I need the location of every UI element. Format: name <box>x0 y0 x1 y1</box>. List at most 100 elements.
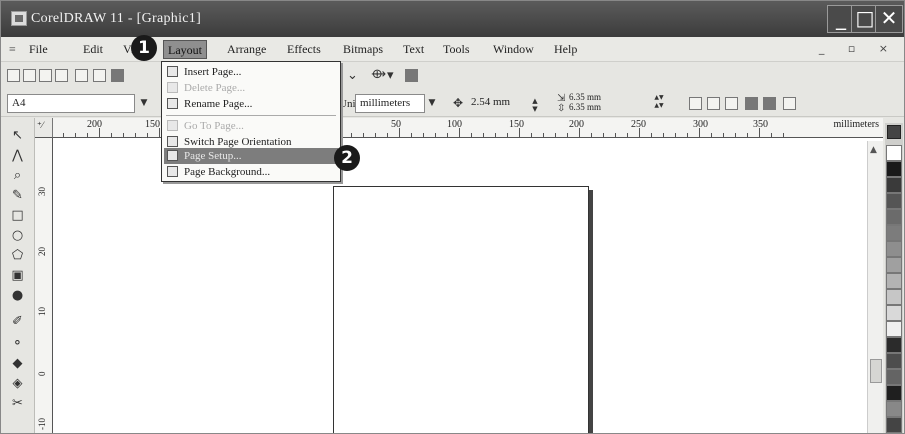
vertical-scrollbar[interactable]: ▲ <box>867 141 883 433</box>
pick-tool-icon[interactable]: ↖ <box>10 128 25 143</box>
ruler-tick <box>363 133 364 137</box>
switch-orientation-icon <box>167 136 178 147</box>
color-swatch[interactable] <box>886 241 902 257</box>
corel-online-icon[interactable] <box>405 69 418 82</box>
drawing-page[interactable] <box>333 186 589 433</box>
interactive-tool-icon[interactable]: ◈ <box>10 376 25 391</box>
color-swatch[interactable] <box>886 273 902 289</box>
duplicate-y-field[interactable]: 6.35 mm <box>569 102 601 112</box>
polygon-tool-icon[interactable]: ⬠ <box>10 248 25 263</box>
color-swatch[interactable] <box>886 305 902 321</box>
ruler-origin[interactable]: ⁺⁄ <box>35 118 53 138</box>
print-icon[interactable] <box>55 69 68 82</box>
paste-icon[interactable] <box>111 69 124 82</box>
open-icon[interactable] <box>23 69 36 82</box>
copy-icon[interactable] <box>93 69 106 82</box>
scroll-thumb[interactable] <box>870 359 882 383</box>
menu-effects[interactable]: Effects <box>287 42 321 57</box>
outline-tool-icon[interactable]: ⚬ <box>10 336 25 351</box>
menu-layout[interactable]: Layout <box>163 40 207 59</box>
document-menu-icon[interactable]: ≡ <box>9 42 16 57</box>
new-icon[interactable] <box>7 69 20 82</box>
show-boundary-icon[interactable] <box>725 97 738 110</box>
ruler-tick <box>483 133 484 137</box>
color-swatch[interactable] <box>886 321 902 337</box>
color-swatch[interactable] <box>886 289 902 305</box>
menu-bitmaps[interactable]: Bitmaps <box>343 42 383 57</box>
landscape-icon[interactable] <box>763 97 776 110</box>
nudge-offset-field[interactable]: 2.54 mm <box>467 94 525 113</box>
zoom-tool-icon[interactable]: ⌕ <box>10 168 25 183</box>
vertical-ruler[interactable]: 30 20 10 0 -10 <box>35 138 53 433</box>
menu-item-page-background[interactable]: Page Background... <box>164 164 338 180</box>
ruler-tick <box>579 128 580 137</box>
page-layout-icon[interactable] <box>783 97 796 110</box>
drawing-canvas[interactable] <box>53 138 883 433</box>
chevron-down-icon[interactable]: ▼ <box>425 94 439 113</box>
duplicate-x-field[interactable]: 6.35 mm <box>569 92 601 102</box>
color-swatch[interactable] <box>886 193 902 209</box>
menu-text[interactable]: Text <box>403 42 424 57</box>
duplicate-spinner[interactable]: ▲▼ ▲▼ <box>653 94 665 111</box>
draw-objects-icon[interactable] <box>707 97 720 110</box>
color-swatch[interactable] <box>886 225 902 241</box>
chevron-down-icon[interactable]: ▾ <box>387 68 394 83</box>
toolbox: ↖ ⋀ ⌕ ✎ □ ○ ⬠ ▣ ● ✐ ⚬ ◆ ◈ ✂ <box>1 118 35 433</box>
menu-item-insert-page[interactable]: Insert Page... <box>164 64 338 80</box>
text-tool-icon[interactable]: ▣ <box>10 268 25 283</box>
scroll-up-icon[interactable]: ▲ <box>870 145 877 155</box>
menu-item-rename-page[interactable]: Rename Page... <box>164 96 338 112</box>
page-setup-icon <box>167 150 178 161</box>
color-swatch[interactable] <box>886 337 902 353</box>
fill-tool-icon[interactable]: ◆ <box>10 356 25 371</box>
paper-size-select[interactable]: A4 <box>7 94 135 113</box>
menu-item-delete-page: Delete Page... <box>164 80 338 96</box>
menu-arrange[interactable]: Arrange <box>227 42 266 57</box>
ruler-tick <box>627 133 628 137</box>
color-swatch[interactable] <box>886 353 902 369</box>
color-swatch[interactable] <box>886 369 902 385</box>
eraser-tool-icon[interactable]: ✂ <box>10 396 25 411</box>
ruler-tick <box>567 133 568 137</box>
save-icon[interactable] <box>39 69 52 82</box>
document-window-controls[interactable]: _ ▫ × <box>819 42 898 55</box>
treat-as-filled-icon[interactable] <box>689 97 702 110</box>
ruler-label: -10 <box>37 418 47 430</box>
menu-edit[interactable]: Edit <box>83 42 103 57</box>
color-swatch[interactable] <box>886 145 902 161</box>
ellipse-tool-icon[interactable]: ○ <box>10 228 25 243</box>
menu-help[interactable]: Help <box>554 42 577 57</box>
dropdown-arrow-icon[interactable]: ⌄ <box>347 68 358 83</box>
menu-file[interactable]: File <box>29 42 48 57</box>
menu-item-page-setup[interactable]: Page Setup... <box>164 148 338 164</box>
freehand-tool-icon[interactable]: ✎ <box>10 188 25 203</box>
ruler-tick <box>531 133 532 137</box>
palette-flyout-icon[interactable] <box>887 125 901 139</box>
close-button[interactable]: ✕ <box>875 5 903 33</box>
duplicate-y-icon: ⇳ <box>557 103 566 114</box>
menu-tools[interactable]: Tools <box>443 42 470 57</box>
color-swatch[interactable] <box>886 417 902 433</box>
cut-icon[interactable] <box>75 69 88 82</box>
portrait-icon[interactable] <box>745 97 758 110</box>
units-select[interactable]: millimeters <box>355 94 425 113</box>
ruler-tick <box>111 133 112 137</box>
ruler-tick <box>75 133 76 137</box>
callout-step-1: 1 <box>131 35 157 61</box>
app-launcher-icon[interactable]: ⟴ <box>371 67 386 82</box>
chevron-down-icon[interactable]: ▼ <box>137 94 151 113</box>
color-swatch[interactable] <box>886 401 902 417</box>
ruler-tick <box>615 133 616 137</box>
color-swatch[interactable] <box>886 257 902 273</box>
eyedropper-tool-icon[interactable]: ✐ <box>10 314 25 329</box>
color-swatch[interactable] <box>886 161 902 177</box>
color-swatch[interactable] <box>886 209 902 225</box>
color-swatch[interactable] <box>886 385 902 401</box>
shape-tool-icon[interactable]: ⋀ <box>10 148 25 163</box>
interactive-fill-tool-icon[interactable]: ● <box>10 288 25 303</box>
app-icon[interactable] <box>11 11 27 26</box>
color-swatch[interactable] <box>886 177 902 193</box>
nudge-spinner[interactable]: ▲ ▼ <box>529 97 541 114</box>
menu-window[interactable]: Window <box>493 42 534 57</box>
rectangle-tool-icon[interactable]: □ <box>10 208 25 223</box>
